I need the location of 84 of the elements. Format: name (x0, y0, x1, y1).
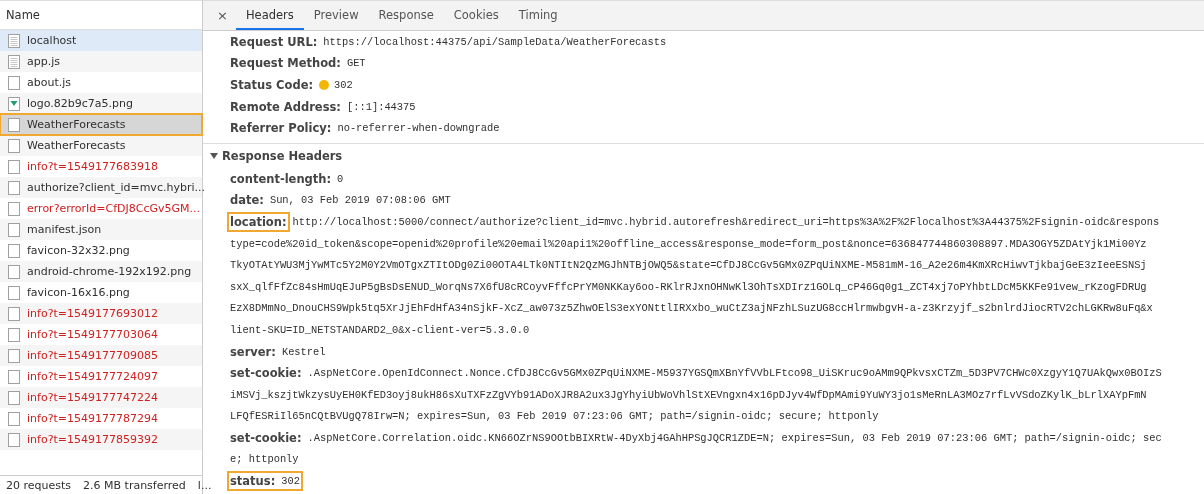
header-name: status: (230, 474, 276, 489)
header-name: server: (230, 344, 276, 359)
header-value: 302 (281, 475, 300, 488)
header-value: iMSVj_kszjtWkzysUyEH0KfED3oyj8ukH86sXuTXFzZgVYb91ADoXJR8A2ux3JgYhyiUbWoVhlStXEVngxn4x16pDJyv4WfDpMAmi9YuWY3jo1sMeRnLA3MOz7rfLvVSdoZKylK_bLrlXAYpFmN (230, 388, 1147, 401)
request-row[interactable]: android-chrome-192x192.png (0, 261, 202, 282)
header-value: lient-SKU=ID_NETSTANDARD2_0&x-client-ver=5.3.0.0 (230, 323, 530, 336)
header-name: Remote Address: (230, 99, 341, 114)
header-name: Referrer Policy: (230, 121, 332, 136)
file-icon (8, 117, 20, 132)
header-value: .AspNetCore.Correlation.oidc.KN66OZrNS9OOtbBIXRtW-4DyXbj4GAhHPSgJQCR1ZDE=N; expires=Sun, 03 Feb 2019 07:23:06 GMT; path=/signin-oidc; sec (307, 431, 1162, 444)
status-text: 2.6 MB transferred (83, 478, 186, 492)
header-value: e; httponly (230, 453, 299, 466)
status-text: l... (197, 478, 212, 492)
file-icon (8, 264, 20, 279)
request-row[interactable]: info?t=1549177683918 (0, 156, 202, 177)
file-icon (8, 75, 20, 90)
request-row[interactable]: info?t=1549177703064 (0, 324, 202, 345)
request-row[interactable]: info?t=1549177787294 (0, 408, 202, 429)
column-header[interactable]: Name (6, 8, 40, 22)
close-button[interactable]: × (209, 1, 236, 30)
header-value: GET (346, 57, 366, 70)
file-icon (8, 201, 20, 216)
header-value: 0 (337, 172, 344, 185)
file-icon (8, 390, 20, 405)
tab[interactable]: Timing (508, 1, 568, 30)
header-value: https://localhost:44375/api/SampleData/WeatherForecasts (323, 35, 667, 48)
document-icon (8, 33, 20, 48)
file-icon (8, 243, 20, 258)
header-value: no-referrer-when-downgrade (337, 122, 500, 135)
caret-icon (210, 151, 218, 160)
header-name: set-cookie: (230, 366, 302, 381)
request-row[interactable]: app.js (0, 51, 202, 72)
request-row[interactable]: info?t=1549177693012 (0, 303, 202, 324)
file-icon (8, 348, 20, 363)
document-icon (8, 54, 20, 69)
header-value: http://localhost:5000/connect/authorize?client_id=mvc.hybrid.autorefresh&redirect_uri=https%3A%2F%2Flocalhost%3A44375%2Fsignin-oidc&respons (292, 215, 1160, 228)
request-row[interactable]: info?t=1549177709085 (0, 345, 202, 366)
header-value: 302 (334, 79, 353, 91)
request-row[interactable]: WeatherForecasts (0, 114, 202, 135)
status-text: 20 requests (6, 478, 72, 492)
request-row[interactable]: favicon-16x16.png (0, 282, 202, 303)
header-value: TkyOTAtYWU3MjYwMTc5Y2M0Y2VmOTgxZTItODg0Zi00OTA4LTk0NTItN2QzMGJhNTBjOWQ5&state=CfDJ8CcGv5GMx0ZPqUiNXME-M581mM-16_A2e26m4KmXRcHiwvTjkbajGeE3zIeeESNSj (230, 259, 1147, 272)
file-icon (8, 411, 20, 426)
request-row[interactable]: localhost (0, 30, 202, 51)
header-value: [::1]:44375 (346, 100, 416, 113)
header-value: .AspNetCore.OpenIdConnect.Nonce.CfDJ8CcGv5GMx0ZPqUiNXME-M5937YGSQmXBnYfVVbLFtco98_UiSKruc9oAMm9QPkvsxCTZm_5D3PV7CHWc0XzgyY1Q7UAkQwx0BOIzS (307, 367, 1162, 380)
header-value: sxX_qlfFfZc84sHmUqEJuP5gBsDsENUD_WorqNs7X6fU8cRCoyvFffcPrYM0NKKay6oo-RKlrRJxnOHNwKl3OhTsXDIrz1GOLq_cP46Gq0g1_ZCT4xj7oPYhbtLDcM5KKFe91vew_rKzogFDRUg (230, 280, 1147, 293)
request-row[interactable]: info?t=1549177747224 (0, 387, 202, 408)
header-name: date: (230, 193, 264, 208)
image-icon (8, 96, 20, 111)
request-row[interactable]: about.js (0, 72, 202, 93)
header-name: location: (230, 214, 287, 229)
tab[interactable]: Preview (303, 1, 369, 30)
request-row[interactable]: manifest.json (0, 219, 202, 240)
header-name: Request Method: (230, 56, 341, 71)
header-name: set-cookie: (230, 430, 302, 445)
request-row[interactable]: error?errorId=CfDJ8CcGv5GM... (0, 198, 202, 219)
request-row[interactable]: authorize?client_id=mvc.hybri... (0, 177, 202, 198)
request-row[interactable]: logo.82b9c7a5.png (0, 93, 202, 114)
tab[interactable]: Headers (235, 1, 304, 30)
file-icon (8, 306, 20, 321)
header-value: LFQfESRiIl65nCQtBVUgQ78Irw=N; expires=Sun, 03 Feb 2019 07:23:06 GMT; path=/signin-oidc; secure; httponly (230, 410, 879, 423)
file-icon (8, 222, 20, 237)
request-row[interactable]: WeatherForecasts (0, 135, 202, 156)
file-icon (8, 180, 20, 195)
file-icon (8, 159, 20, 174)
header-value: Kestrel (281, 345, 326, 358)
header-name: Status Code: (230, 78, 314, 92)
file-icon (8, 285, 20, 300)
tab[interactable]: Cookies (443, 1, 509, 30)
header-value: Sun, 03 Feb 2019 07:08:06 GMT (269, 194, 451, 207)
header-name: Request URL: (230, 34, 318, 49)
header-name: content-length: (230, 171, 332, 186)
request-row[interactable]: info?t=1549177724097 (0, 366, 202, 387)
header-value: EzX8DMmNo_DnouCHS9Wpk5tq5XrJjEhFdHfA34nSjkF-XcZ_aw073z5ZhwOElS3exYONttlIRXxbo_wuCtZ3ajNFzhLSuzUG8ccHlrmwbgvH-a-z3Krzyjf_s2bnlrdJiocRTV2chLGKRw8uFq&x (230, 302, 1153, 315)
file-icon (8, 432, 20, 447)
header-value: type=code%20id_token&scope=openid%20profile%20email%20api1%20offline_access&response_mode=form_post&nonce=636847744860308897.MDA3OGY5ZDAtYjk1Mi00Yz (230, 237, 1147, 250)
request-row[interactable]: info?t=1549177859392 (0, 429, 202, 450)
request-row[interactable]: favicon-32x32.png (0, 240, 202, 261)
tab[interactable]: Response (368, 1, 444, 30)
section-header[interactable]: Response Headers (203, 142, 1204, 168)
file-icon (8, 327, 20, 342)
file-icon (8, 138, 20, 153)
file-icon (8, 369, 20, 384)
